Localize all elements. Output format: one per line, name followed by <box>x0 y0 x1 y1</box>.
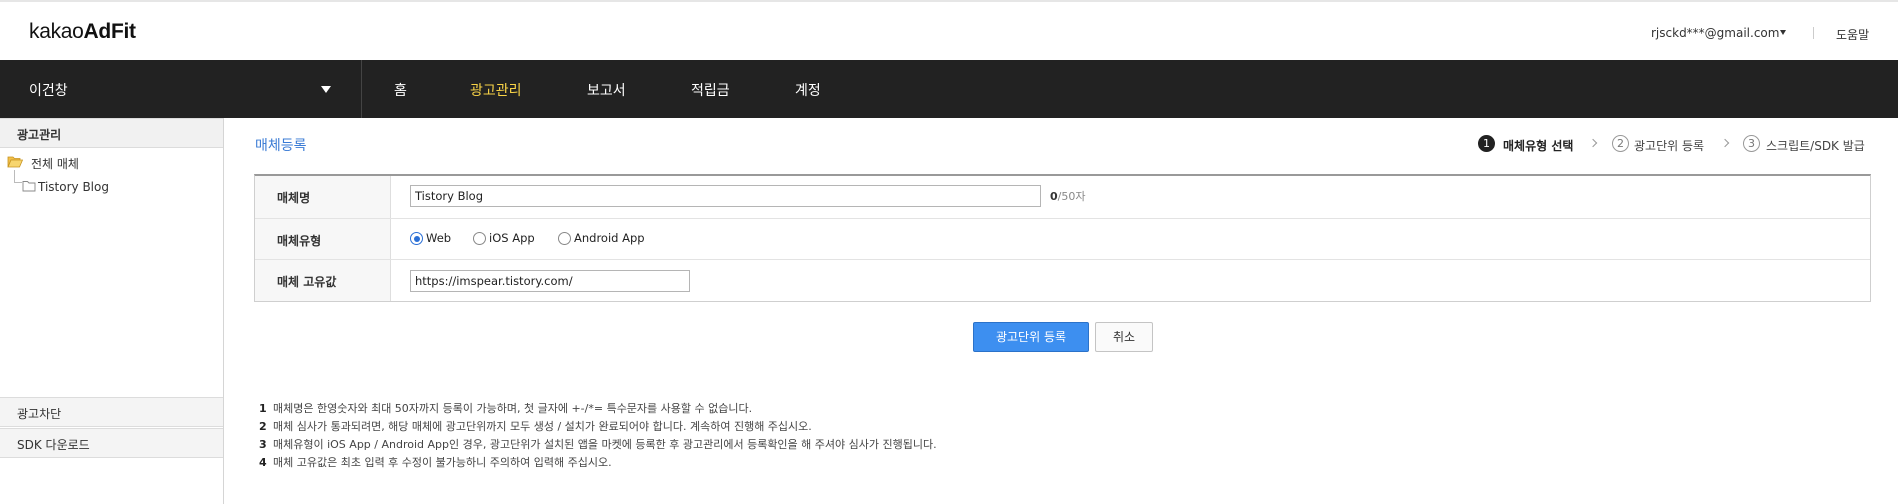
user-email-menu[interactable]: rjsckd***@gmail.com <box>1651 26 1779 40</box>
step-2-label: 광고단위 등록 <box>1634 139 1705 153</box>
main-nav: 이건창 홈 광고관리 보고서 적립금 계정 <box>0 60 1898 118</box>
step-1-label: 매체유형 선택 <box>1503 139 1574 153</box>
sidebar-item-sdk-download[interactable]: SDK 다운로드 <box>0 428 223 458</box>
sidebar-header-label: 광고관리 <box>17 128 62 142</box>
cancel-button[interactable]: 취소 <box>1095 322 1153 352</box>
radio-android-app-label[interactable]: Android App <box>574 231 645 245</box>
note-item: 4 매체 고유값은 최초 입력 후 수정이 불가능하니 주의하여 입력해 주십시오… <box>259 454 612 470</box>
triangle-down-icon <box>321 86 331 93</box>
account-selector[interactable]: 이건창 <box>0 60 362 118</box>
note-text: 매체유형이 iOS App / Android App인 경우, 광고단위가 설… <box>273 438 937 451</box>
sidebar-header-ad-management[interactable]: 광고관리 <box>0 118 223 148</box>
page-title: 매체등록 <box>255 138 307 154</box>
tree-item-tistory-blog[interactable]: Tistory Blog <box>0 177 223 197</box>
sidebar: 광고관리 전체 매체 Tistory Blog 광고차단 SDK 다운로드 <box>0 118 224 504</box>
note-text: 매체 고유값은 최초 입력 후 수정이 불가능하니 주의하여 입력해 주십시오. <box>273 456 612 469</box>
char-limit: /50자 <box>1057 190 1086 203</box>
radio-android-app[interactable] <box>558 232 571 245</box>
tree-item-label: Tistory Blog <box>38 180 109 194</box>
tree-item-all-media[interactable]: 전체 매체 <box>0 152 223 172</box>
register-ad-unit-button[interactable]: 광고단위 등록 <box>973 322 1089 352</box>
media-id-label: 매체 고유값 <box>277 275 337 289</box>
note-item: 3 매체유형이 iOS App / Android App인 경우, 광고단위가 … <box>259 436 937 452</box>
nav-reserve-fund[interactable]: 적립금 <box>691 80 730 100</box>
nav-home[interactable]: 홈 <box>394 80 407 100</box>
nav-ad-management[interactable]: 광고관리 <box>470 80 522 100</box>
logo-text-light: kakao <box>29 20 84 43</box>
media-id-input[interactable] <box>410 270 690 292</box>
step-1-number: 1 <box>1478 135 1495 152</box>
media-name-input[interactable] <box>410 185 1041 207</box>
help-link[interactable]: 도움말 <box>1836 26 1869 43</box>
nav-reports[interactable]: 보고서 <box>587 80 626 100</box>
nav-account[interactable]: 계정 <box>795 80 821 100</box>
note-number: 4 <box>259 456 267 469</box>
note-number: 2 <box>259 420 267 433</box>
account-name: 이건창 <box>29 83 68 99</box>
radio-web[interactable] <box>410 232 423 245</box>
step-3-number: 3 <box>1743 135 1760 152</box>
header: kakaoAdFit rjsckd***@gmail.com 도움말 <box>0 2 1898 60</box>
media-name-label: 매체명 <box>277 191 311 205</box>
note-text: 매체명은 한영숫자와 최대 50자까지 등록이 가능하며, 첫 글자에 +-/*… <box>273 402 753 415</box>
note-number: 3 <box>259 438 267 451</box>
folder-open-icon <box>7 156 23 168</box>
char-count: 0 <box>1050 190 1058 203</box>
sidebar-item-ad-block[interactable]: 광고차단 <box>0 397 223 427</box>
header-divider <box>1813 27 1814 39</box>
note-text: 매체 심사가 통과되려면, 해당 매체에 광고단위까지 모두 생성 / 설치가 … <box>273 420 812 433</box>
note-item: 2 매체 심사가 통과되려면, 해당 매체에 광고단위까지 모두 생성 / 설치가… <box>259 418 812 434</box>
radio-ios-app-label[interactable]: iOS App <box>489 231 535 245</box>
note-number: 1 <box>259 402 267 415</box>
folder-icon <box>22 181 36 192</box>
note-item: 1 매체명은 한영숫자와 최대 50자까지 등록이 가능하며, 첫 글자에 +-/… <box>259 400 752 416</box>
radio-web-label[interactable]: Web <box>426 231 451 245</box>
media-name-char-counter: 0/50자 <box>1050 188 1085 204</box>
logo-text-bold: AdFit <box>83 20 136 43</box>
radio-ios-app[interactable] <box>473 232 486 245</box>
tree-item-label: 전체 매체 <box>31 157 79 171</box>
step-3-label: 스크립트/SDK 발급 <box>1766 139 1865 153</box>
sidebar-item-label: 광고차단 <box>17 407 62 421</box>
chevron-right-icon <box>1588 138 1598 148</box>
media-type-label: 매체유형 <box>277 234 322 248</box>
step-2-number: 2 <box>1612 135 1629 152</box>
kakao-adfit-logo[interactable]: kakaoAdFit <box>29 20 136 44</box>
sidebar-item-label: SDK 다운로드 <box>17 438 90 452</box>
caret-down-icon[interactable] <box>1780 30 1786 35</box>
chevron-right-icon <box>1720 138 1730 148</box>
row-divider <box>255 259 1870 260</box>
row-divider <box>255 218 1870 219</box>
